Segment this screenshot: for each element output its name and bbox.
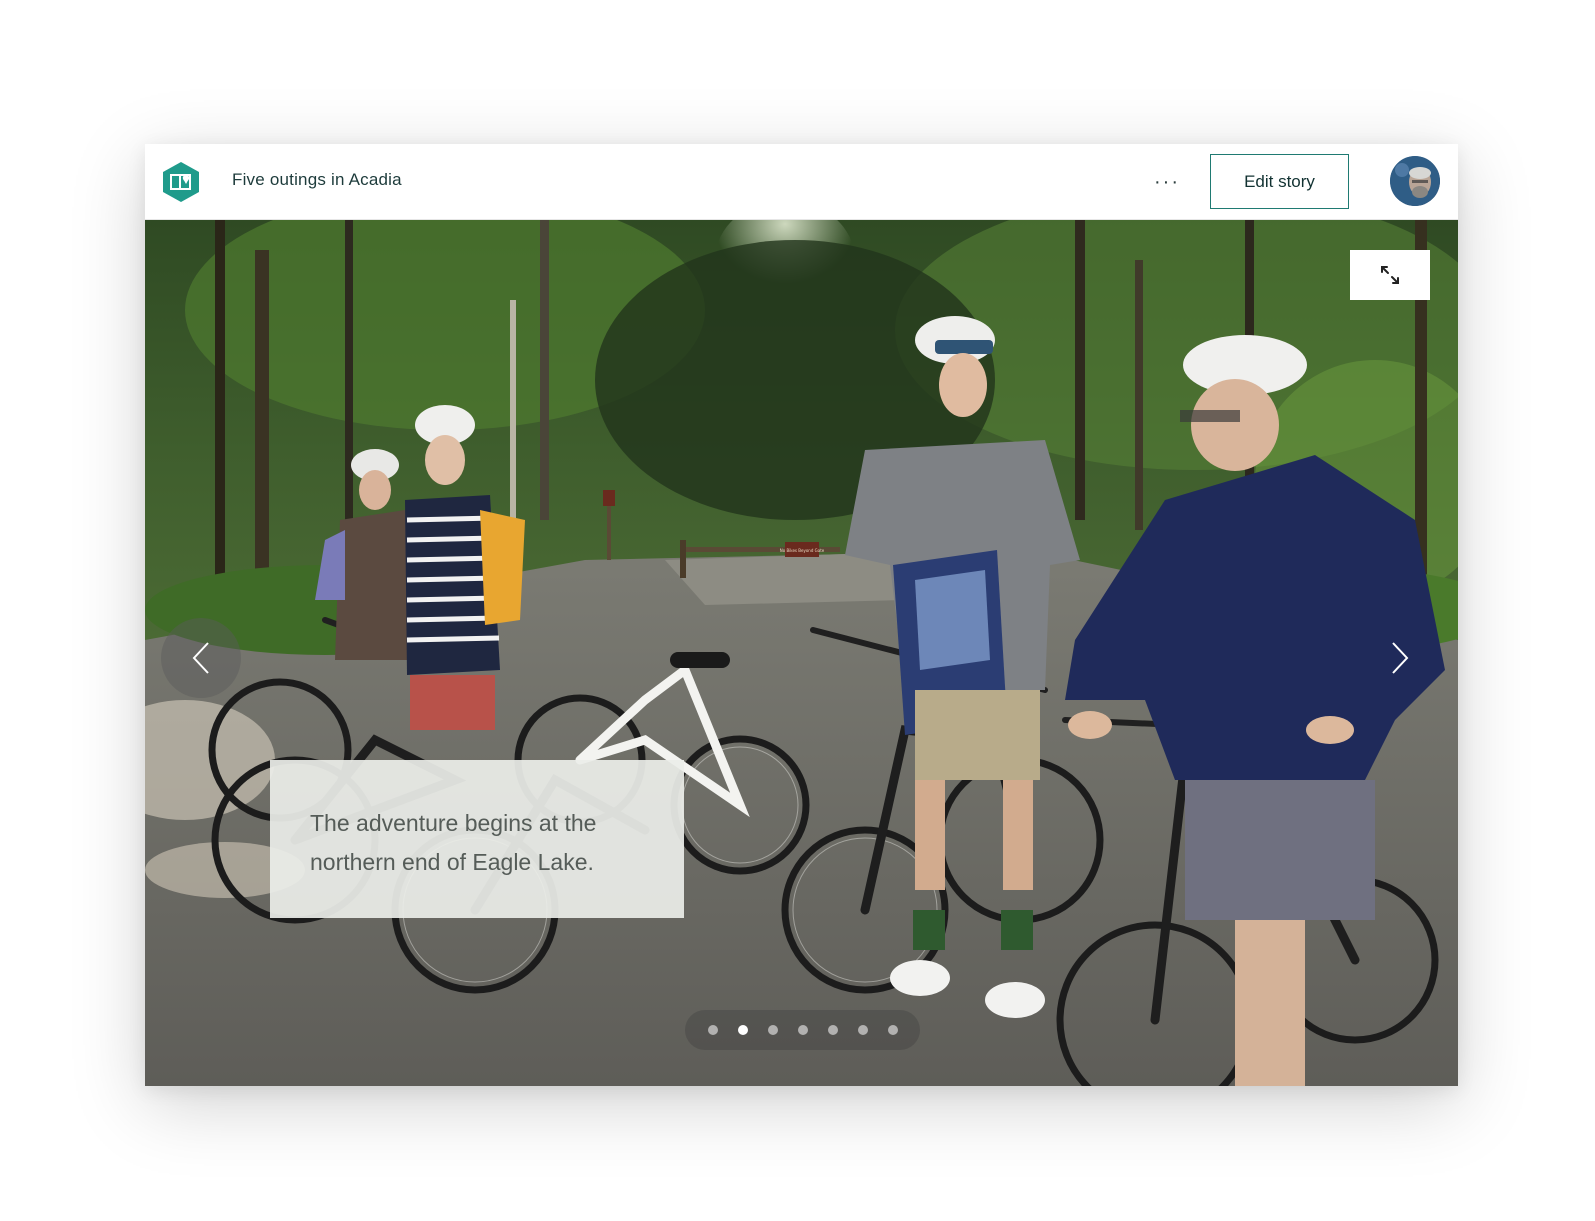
story-window: Five outings in Acadia ··· Edit story No… — [145, 144, 1458, 1086]
story-title: Five outings in Acadia — [232, 170, 402, 189]
chevron-left-icon — [192, 642, 209, 674]
slide-photo: No Bikes Beyond Gate — [145, 220, 1458, 1086]
chevron-right-icon — [1392, 642, 1409, 674]
pager-dot[interactable] — [707, 1025, 718, 1035]
pager-dot[interactable] — [887, 1025, 898, 1035]
story-header: Five outings in Acadia ··· Edit story — [145, 144, 1458, 220]
pager-dot[interactable] — [827, 1025, 838, 1035]
more-options-button[interactable]: ··· — [1145, 164, 1189, 200]
slideshow-stage: No Bikes Beyond Gate The adventure begin… — [145, 220, 1458, 1086]
gate-sign-text: No Bikes Beyond Gate — [780, 548, 825, 553]
pager-dot[interactable] — [857, 1025, 868, 1035]
pager-dot-active[interactable] — [737, 1025, 748, 1035]
story-map-icon[interactable] — [162, 161, 200, 203]
user-avatar[interactable] — [1390, 156, 1440, 206]
expand-icon — [1381, 266, 1399, 284]
slide-pager — [685, 1010, 920, 1050]
edit-story-button[interactable]: Edit story — [1210, 154, 1349, 209]
pager-dot[interactable] — [767, 1025, 778, 1035]
expand-button[interactable] — [1350, 250, 1430, 300]
next-slide-button[interactable] — [1360, 618, 1440, 698]
pager-dot[interactable] — [797, 1025, 808, 1035]
more-options-icon: ··· — [1154, 170, 1180, 193]
previous-slide-button[interactable] — [161, 618, 241, 698]
caption-text: The adventure begins at the northern end… — [310, 810, 597, 875]
slide-caption: The adventure begins at the northern end… — [270, 760, 684, 918]
